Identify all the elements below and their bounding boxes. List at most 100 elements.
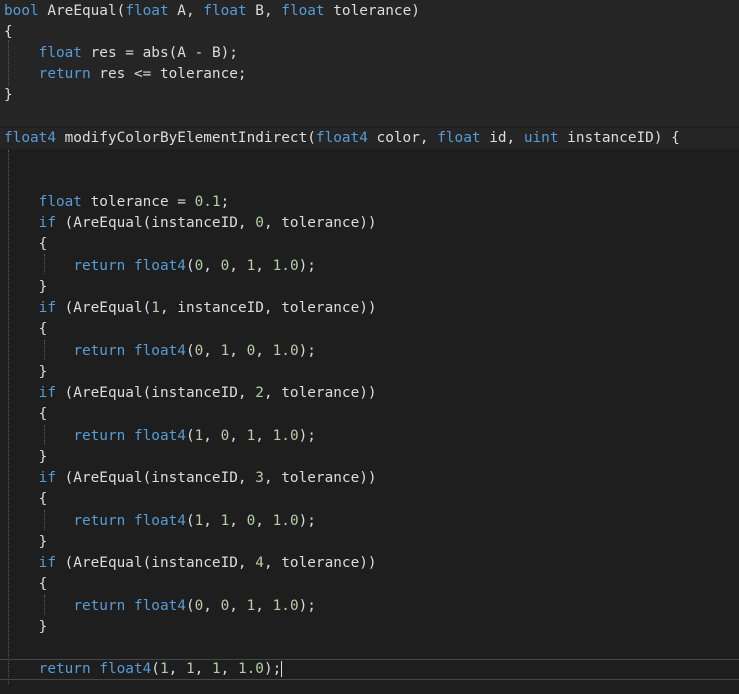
code-token: 1 <box>220 343 230 359</box>
code-token: ( <box>185 513 195 529</box>
code-token: 1 <box>246 598 256 614</box>
code-token: float4 <box>133 428 186 444</box>
code-token: , tolerance)) <box>263 215 377 231</box>
code-line[interactable]: { <box>0 574 739 595</box>
code-line[interactable]: return res <= tolerance; <box>0 64 739 85</box>
code-token: 0 <box>255 215 264 231</box>
code-token: if <box>38 385 56 401</box>
code-line[interactable]: bool AreEqual(float A, float B, float to… <box>0 1 739 22</box>
code-line[interactable]: return float4(0, 1, 0, 1.0); <box>0 341 739 362</box>
code-line[interactable]: { <box>0 319 739 340</box>
code-token: ); <box>298 258 316 274</box>
code-token: { <box>4 576 48 592</box>
code-line[interactable]: if (AreEqual(instanceID, 2, tolerance)) <box>0 383 739 404</box>
code-token: tolerance = <box>81 194 195 210</box>
code-token: res <= tolerance; <box>90 66 247 82</box>
code-line[interactable]: float4 modifyColorByElementIndirect(floa… <box>0 128 739 149</box>
code-token: 1.0 <box>237 661 264 677</box>
code-line[interactable]: return float4(1, 1, 0, 1.0); <box>0 511 739 532</box>
code-line[interactable]: } <box>0 447 739 468</box>
code-line[interactable]: return float4(0, 0, 1, 1.0); <box>0 256 739 277</box>
code-token: 0 <box>194 598 204 614</box>
code-token: } <box>4 449 48 465</box>
code-editor[interactable]: bool AreEqual(float A, float B, float to… <box>0 0 739 694</box>
code-line[interactable]: float tolerance = 0.1; <box>0 192 739 213</box>
code-token: ( <box>185 258 195 274</box>
code-token: { <box>4 406 48 422</box>
code-token: ( <box>185 598 195 614</box>
code-line[interactable]: } <box>0 277 739 298</box>
code-token: , instanceID, tolerance)) <box>159 300 377 316</box>
code-token: , <box>229 428 247 444</box>
code-token: float <box>38 45 82 61</box>
code-token: 1 <box>220 513 230 529</box>
code-token: return <box>73 343 126 359</box>
code-token: , <box>255 258 273 274</box>
code-line[interactable]: { <box>0 234 739 255</box>
code-line[interactable]: } <box>0 85 739 106</box>
text-caret <box>281 661 283 677</box>
code-token: } <box>4 87 13 103</box>
code-line[interactable] <box>0 106 739 127</box>
code-token: , tolerance)) <box>263 385 377 401</box>
code-token: (AreEqual( <box>55 300 152 316</box>
code-line[interactable]: } <box>0 362 739 383</box>
code-line[interactable] <box>0 149 739 170</box>
code-line[interactable]: } <box>0 532 739 553</box>
code-token: 1 <box>194 513 204 529</box>
code-line[interactable]: if (AreEqual(1, instanceID, tolerance)) <box>0 298 739 319</box>
code-token: , tolerance)) <box>263 555 377 571</box>
code-token: ( <box>151 661 160 677</box>
code-token: , <box>229 258 247 274</box>
code-token: 0 <box>194 343 204 359</box>
code-token: float <box>38 194 82 210</box>
code-token: color, <box>367 130 438 146</box>
code-token: if <box>38 300 56 316</box>
code-line[interactable]: { <box>0 404 739 425</box>
code-line[interactable] <box>0 638 739 659</box>
code-token: , <box>229 343 247 359</box>
code-token: float4 <box>133 343 186 359</box>
code-token: 1.0 <box>272 598 299 614</box>
code-line[interactable]: { <box>0 489 739 510</box>
code-token: 1.0 <box>272 513 299 529</box>
code-token: float4 <box>133 513 186 529</box>
code-token: , <box>203 428 221 444</box>
code-token: , <box>255 428 273 444</box>
code-token: 1 <box>185 661 195 677</box>
code-token: 2 <box>255 385 264 401</box>
code-token: , <box>203 343 221 359</box>
code-token: if <box>38 215 56 231</box>
code-token: id, <box>480 130 524 146</box>
code-token: , <box>203 258 221 274</box>
code-line[interactable]: if (AreEqual(instanceID, 0, tolerance)) <box>0 213 739 234</box>
code-line[interactable]: return float4(1, 1, 1, 1.0); <box>0 659 739 680</box>
code-token: , <box>203 513 221 529</box>
code-line[interactable]: return float4(1, 0, 1, 1.0); <box>0 426 739 447</box>
code-token: { <box>4 24 13 40</box>
code-line[interactable] <box>0 170 739 191</box>
code-line[interactable]: if (AreEqual(instanceID, 3, tolerance)) <box>0 468 739 489</box>
code-line[interactable]: float res = abs(A - B); <box>0 43 739 64</box>
code-line[interactable]: if (AreEqual(instanceID, 4, tolerance)) <box>0 553 739 574</box>
code-token: 0 <box>194 258 204 274</box>
code-token: (AreEqual(instanceID, <box>55 385 256 401</box>
code-token: bool <box>4 3 39 19</box>
code-token: ); <box>298 343 316 359</box>
code-line[interactable]: return float4(0, 0, 1, 1.0); <box>0 596 739 617</box>
code-token: { <box>4 236 48 252</box>
code-line[interactable]: } <box>0 617 739 638</box>
code-token: uint <box>523 130 559 146</box>
code-token: ( <box>185 428 195 444</box>
code-token: } <box>4 619 48 635</box>
code-token: , <box>203 598 221 614</box>
code-token: 0 <box>246 343 256 359</box>
code-line[interactable]: { <box>0 22 739 43</box>
